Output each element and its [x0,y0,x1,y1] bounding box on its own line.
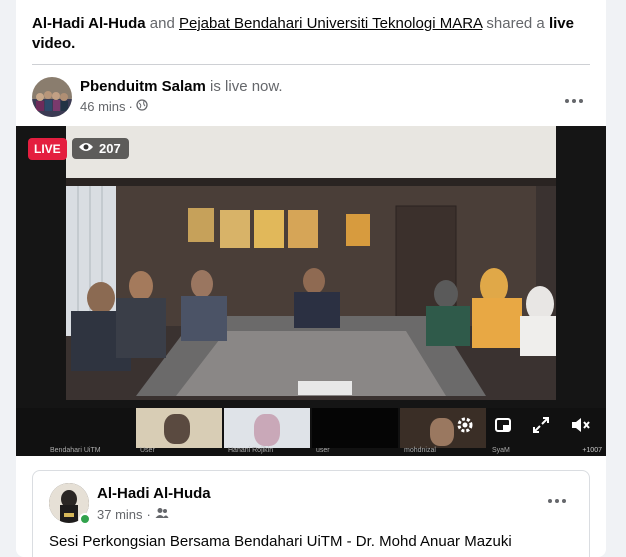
online-status-dot [79,513,91,525]
participant-counter: +1007 [582,447,602,454]
post-time[interactable]: 46 mins [80,99,126,114]
separator: · [146,507,151,522]
and-text: and [149,15,175,32]
video-frame [16,126,606,408]
video-controls [456,416,606,437]
embedded-more-options-button[interactable] [541,485,573,517]
thumb-label: mohdnizal [404,447,436,454]
embedded-author-name[interactable]: Al-Hadi Al-Huda [97,485,211,502]
friends-icon [155,507,169,522]
embedded-post-time[interactable]: 37 mins [97,507,143,522]
actor-link-alhadi[interactable]: Al-Hadi Al-Huda [32,15,146,32]
miniplayer-icon[interactable] [494,416,512,437]
thumb-label: Hanani Rojikin [228,447,274,454]
post-meta: Pbenduitm Salam is live now. 46 mins · [80,77,283,127]
globe-icon [136,99,148,114]
more-icon [565,99,569,103]
fullscreen-icon[interactable] [532,416,550,437]
live-video-player[interactable]: LIVE 207 Bendahari UiTM User Hanani Roji… [16,126,606,456]
viewer-count-value: 207 [99,141,121,156]
shared-text: shared a [486,15,545,32]
participant-thumb [312,408,398,448]
post-author-name[interactable]: Pbenduitm Salam [80,78,206,95]
video-link[interactable]: video. [32,35,75,52]
share-header: Al-Hadi Al-Huda and Pejabat Bendahari Un… [16,0,606,64]
shared-post-card: Al-Hadi Al-Huda and Pejabat Bendahari Un… [16,0,606,557]
live-badge: LIVE [28,138,67,160]
post-header: Pbenduitm Salam is live now. 46 mins · [16,65,606,127]
author-avatar[interactable] [32,77,72,117]
live-link[interactable]: live [549,15,574,32]
participant-thumb [224,408,310,448]
eye-icon [78,141,94,156]
embedded-post-card[interactable]: Al-Hadi Al-Huda 37 mins · Sesi Perkongsi… [32,470,590,557]
post-text-prefix: Sesi Perkongsian Bersama Bendahari UiTM … [49,533,380,550]
thumb-label: SyaM [492,447,510,454]
separator: · [128,99,133,114]
thumb-label: User [140,447,155,454]
thumb-label: Bendahari UiTM [50,447,101,454]
more-options-button[interactable] [558,85,590,117]
viewer-count: 207 [72,138,129,159]
embedded-post-text: Sesi Perkongsian Bersama Bendahari UiTM … [49,533,512,550]
embedded-post-meta: 37 mins · [97,507,169,522]
post-status: is live now. [210,78,283,95]
mute-icon[interactable] [570,416,590,437]
actor-link-bendahari[interactable]: Pejabat Bendahari Universiti Teknologi M… [179,15,482,32]
more-icon [548,499,552,503]
post-text-name: Mohd Anuar Mazuki [379,533,512,550]
participant-thumb [136,408,222,448]
thumb-label: user [316,447,330,454]
settings-gear-icon[interactable] [456,416,474,437]
